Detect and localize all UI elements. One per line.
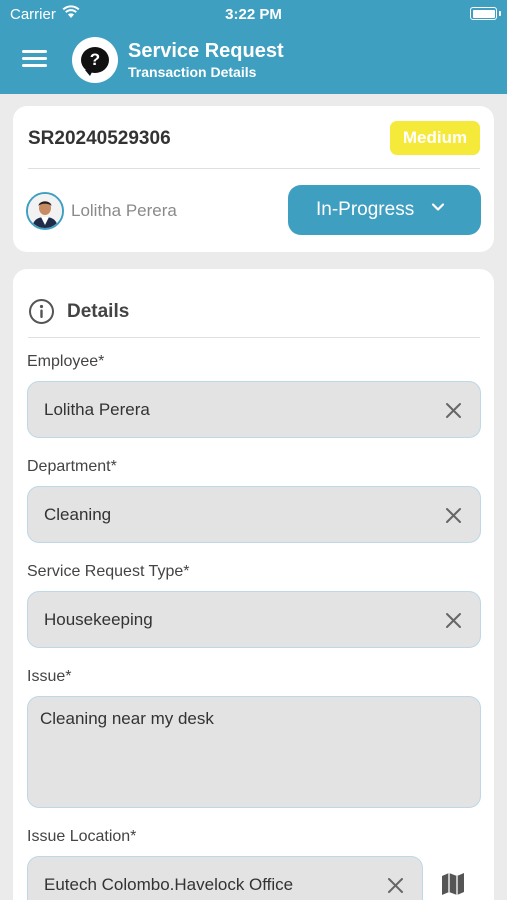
map-icon[interactable] [440,871,466,897]
app-logo: ? [72,37,118,83]
section-title: Details [67,301,130,322]
details-card: Details Employee* Lolitha Perera Departm… [13,269,494,900]
employee-label: Employee* [27,353,105,370]
clear-icon[interactable] [445,402,462,419]
chevron-down-icon [431,203,445,211]
question-bubble-icon: ? [81,47,109,76]
issue-label: Issue* [27,668,72,685]
employee-field[interactable]: Lolitha Perera [27,381,481,438]
divider [28,168,480,169]
location-field[interactable]: Eutech Colombo.Havelock Office [27,856,423,900]
menu-icon[interactable] [22,48,48,70]
avatar [26,192,64,230]
request-type-value: Housekeeping [44,610,153,629]
department-value: Cleaning [44,505,112,524]
issue-textarea[interactable]: Cleaning near my desk [27,696,481,808]
clear-icon[interactable] [445,507,462,524]
page-subtitle: Transaction Details [128,64,257,80]
battery-icon [470,7,497,20]
assignee-name: Lolitha Perera [71,201,177,220]
issue-value: Cleaning near my desk [40,709,214,728]
department-field[interactable]: Cleaning [27,486,481,543]
app-header: Carrier 3:22 PM ? Service Request Transa… [0,0,507,94]
info-icon [29,299,54,324]
priority-badge: Medium [390,121,480,155]
clock: 3:22 PM [225,6,282,23]
location-label: Issue Location* [27,828,137,845]
request-type-field[interactable]: Housekeeping [27,591,481,648]
status-dropdown[interactable]: In-Progress [288,185,481,235]
location-value: Eutech Colombo.Havelock Office [44,875,294,894]
request-type-label: Service Request Type* [27,563,190,580]
service-request-number: SR20240529306 [28,128,171,149]
clear-icon[interactable] [387,877,404,894]
status-value: In-Progress [316,199,415,220]
divider [28,337,480,338]
clear-icon[interactable] [445,612,462,629]
employee-value: Lolitha Perera [44,400,150,419]
page-title: Service Request [128,40,284,62]
department-label: Department* [27,458,117,475]
status-bar: Carrier 3:22 PM [0,0,507,30]
summary-card: SR20240529306 Medium Lolitha Perera In-P… [13,106,494,252]
